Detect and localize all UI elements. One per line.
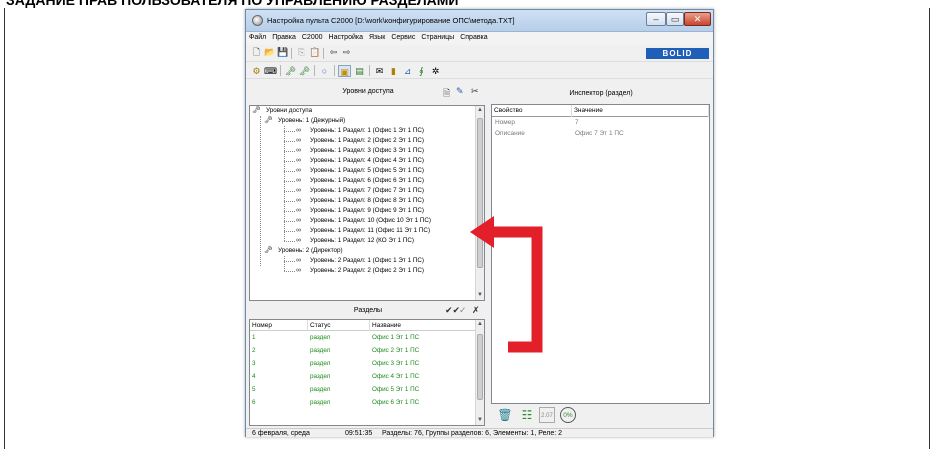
arrow-body xyxy=(488,226,543,353)
annotation-arrow xyxy=(470,216,543,353)
arrow-head-icon xyxy=(470,216,494,248)
